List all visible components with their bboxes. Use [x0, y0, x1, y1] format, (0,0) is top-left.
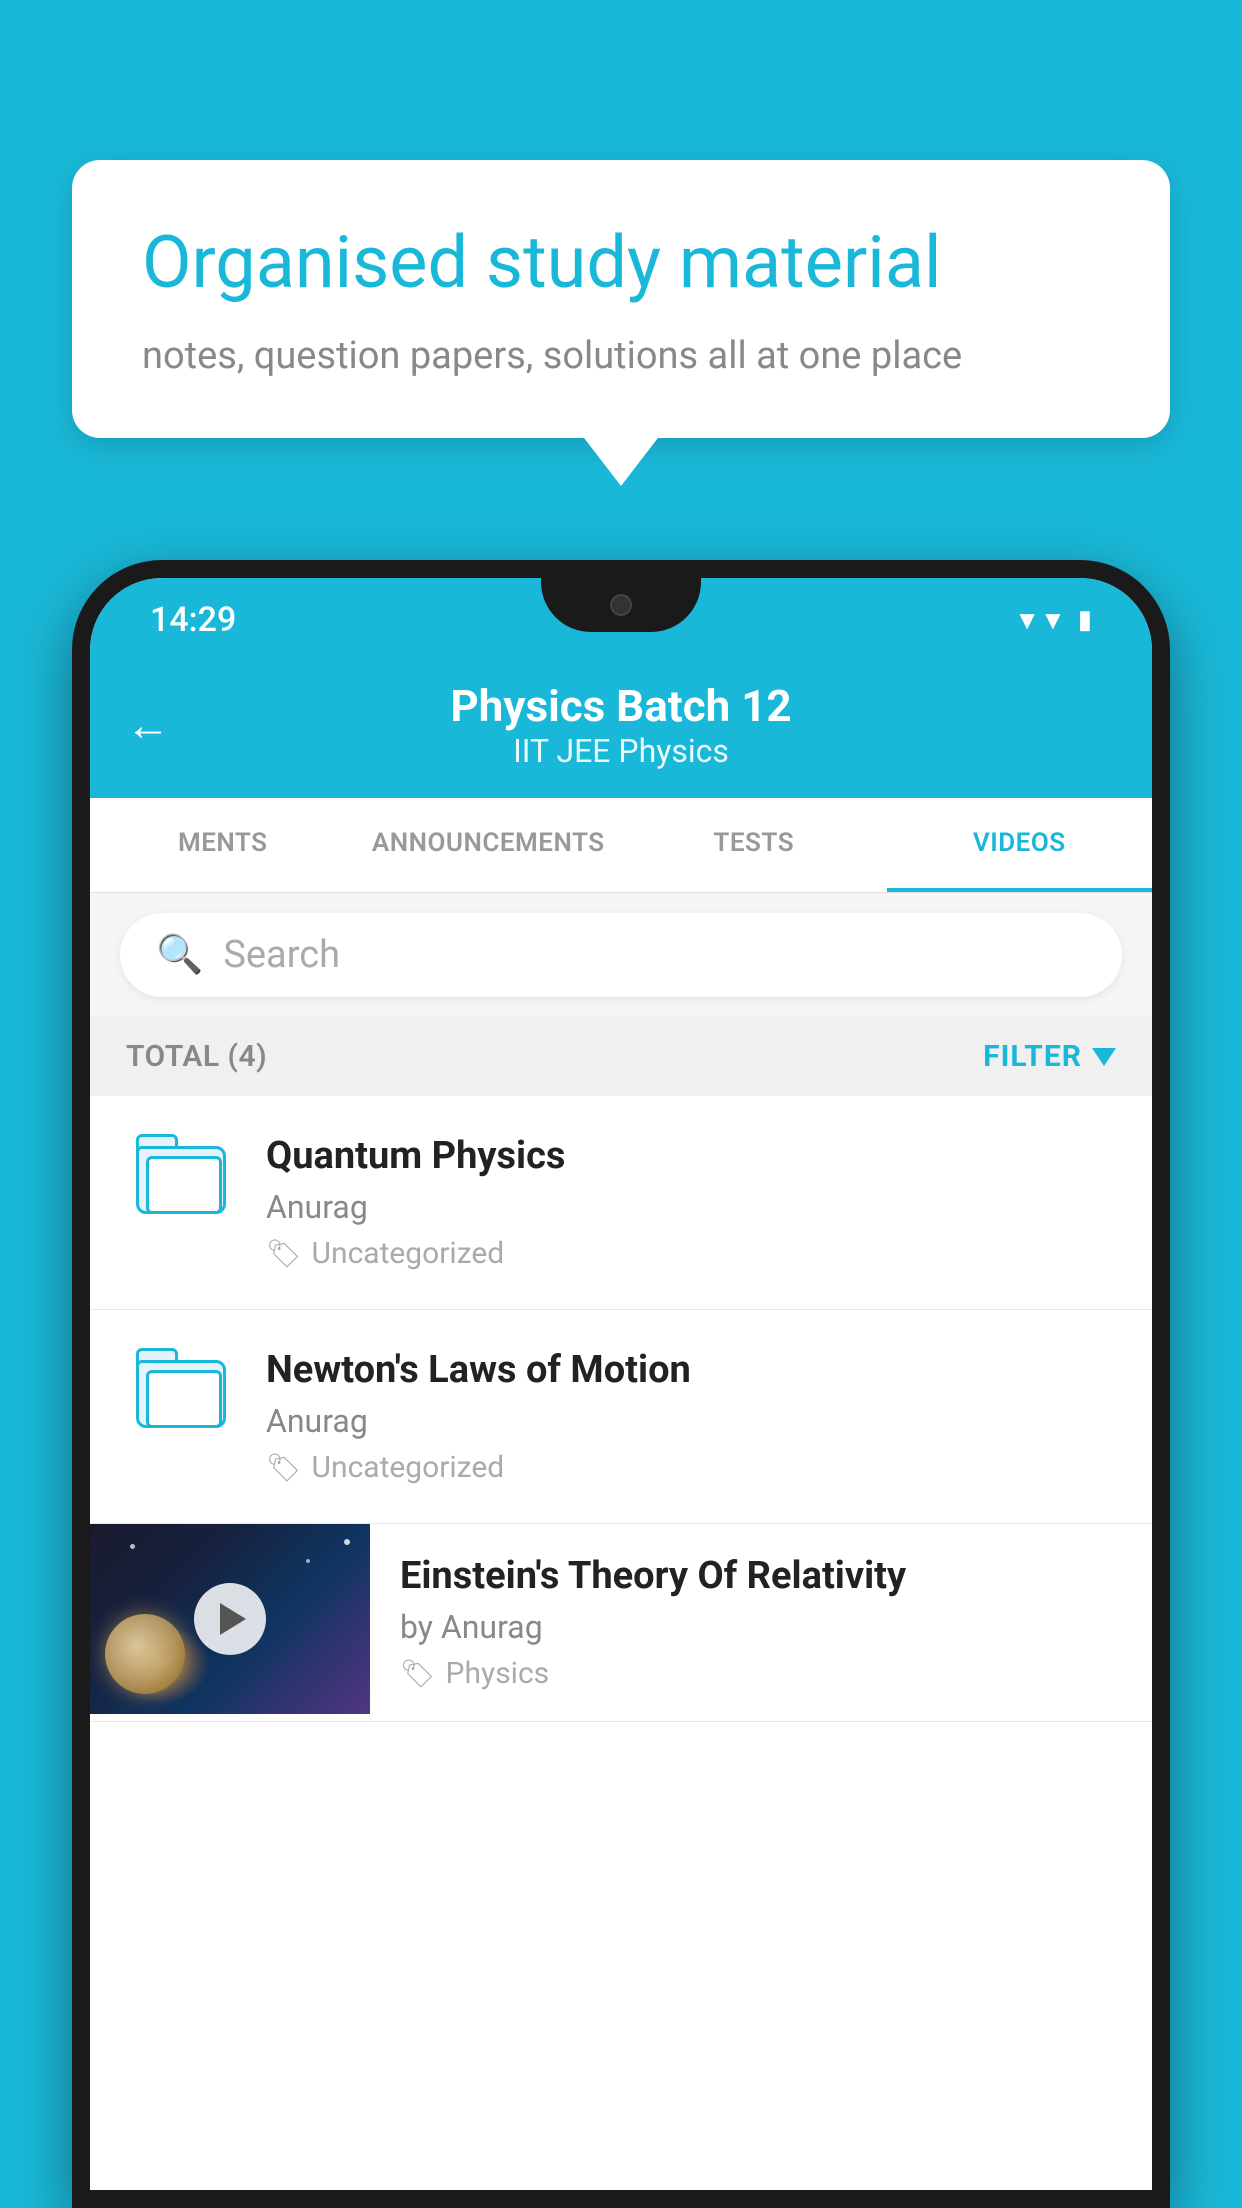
- video-list: Quantum Physics Anurag 🏷 Uncategorized: [90, 1096, 1152, 1722]
- filter-bar: TOTAL (4) FILTER: [90, 1017, 1152, 1096]
- list-item[interactable]: Einstein's Theory Of Relativity by Anura…: [90, 1524, 1152, 1722]
- video-tag: 🏷 Physics: [400, 1656, 1122, 1691]
- tag-icon: 🏷: [266, 1451, 302, 1484]
- video-tag: 🏷 Uncategorized: [266, 1450, 1116, 1485]
- search-bar[interactable]: 🔍 Search: [120, 913, 1122, 997]
- phone-frame: 14:29 ▼▼ ▮ ← Physics Batch 12 IIT JEE Ph…: [72, 560, 1170, 2208]
- tab-tests[interactable]: TESTS: [621, 798, 887, 892]
- tag-text: Uncategorized: [312, 1450, 505, 1485]
- filter-icon: [1092, 1048, 1116, 1066]
- camera-dot: [610, 594, 632, 616]
- video-info: Einstein's Theory Of Relativity by Anura…: [370, 1524, 1152, 1721]
- video-info: Newton's Laws of Motion Anurag 🏷 Uncateg…: [266, 1348, 1116, 1485]
- tag-icon: 🏷: [400, 1657, 436, 1690]
- phone-screen: 14:29 ▼▼ ▮ ← Physics Batch 12 IIT JEE Ph…: [90, 578, 1152, 2190]
- search-placeholder: Search: [223, 933, 340, 977]
- speech-bubble: Organised study material notes, question…: [72, 160, 1170, 438]
- folder-icon: [136, 1348, 226, 1428]
- tag-text: Uncategorized: [312, 1236, 505, 1271]
- folder-icon: [136, 1134, 226, 1214]
- status-icons: ▼▼ ▮: [1014, 605, 1092, 636]
- filter-label: FILTER: [983, 1039, 1082, 1074]
- bubble-subtitle: notes, question papers, solutions all at…: [142, 334, 1100, 378]
- header-text: Physics Batch 12 IIT JEE Physics: [450, 680, 791, 770]
- battery-icon: ▮: [1078, 605, 1092, 635]
- search-container: 🔍 Search: [90, 893, 1152, 1017]
- video-title: Newton's Laws of Motion: [266, 1348, 1116, 1392]
- back-button[interactable]: ←: [126, 699, 170, 751]
- status-bar: 14:29 ▼▼ ▮: [90, 578, 1152, 656]
- video-author: by Anurag: [400, 1608, 1122, 1646]
- tab-ments[interactable]: MENTS: [90, 798, 356, 892]
- search-icon: 🔍: [156, 933, 203, 977]
- list-item[interactable]: Quantum Physics Anurag 🏷 Uncategorized: [90, 1096, 1152, 1310]
- status-time: 14:29: [150, 600, 236, 640]
- tag-text: Physics: [446, 1656, 550, 1691]
- header-title: Physics Batch 12: [450, 680, 791, 732]
- play-icon: [220, 1603, 246, 1635]
- bubble-title: Organised study material: [142, 220, 1100, 306]
- play-button[interactable]: [194, 1583, 266, 1655]
- video-title: Quantum Physics: [266, 1134, 1116, 1178]
- notch: [541, 578, 701, 632]
- filter-button[interactable]: FILTER: [983, 1039, 1116, 1074]
- video-thumbnail: [90, 1524, 370, 1714]
- play-overlay: [90, 1524, 370, 1714]
- tab-announcements[interactable]: ANNOUNCEMENTS: [356, 798, 622, 892]
- folder-thumbnail: [126, 1348, 236, 1428]
- video-tag: 🏷 Uncategorized: [266, 1236, 1116, 1271]
- folder-thumbnail: [126, 1134, 236, 1214]
- wifi-icon: ▼▼: [1014, 605, 1065, 636]
- video-title: Einstein's Theory Of Relativity: [400, 1554, 1122, 1598]
- video-author: Anurag: [266, 1188, 1116, 1226]
- tag-icon: 🏷: [266, 1237, 302, 1270]
- video-info: Quantum Physics Anurag 🏷 Uncategorized: [266, 1134, 1116, 1271]
- tabs: MENTS ANNOUNCEMENTS TESTS VIDEOS: [90, 798, 1152, 893]
- list-item[interactable]: Newton's Laws of Motion Anurag 🏷 Uncateg…: [90, 1310, 1152, 1524]
- video-author: Anurag: [266, 1402, 1116, 1440]
- total-count: TOTAL (4): [126, 1039, 267, 1074]
- tab-videos[interactable]: VIDEOS: [887, 798, 1153, 892]
- header-subtitle: IIT JEE Physics: [513, 732, 729, 770]
- app-header: ← Physics Batch 12 IIT JEE Physics: [90, 656, 1152, 798]
